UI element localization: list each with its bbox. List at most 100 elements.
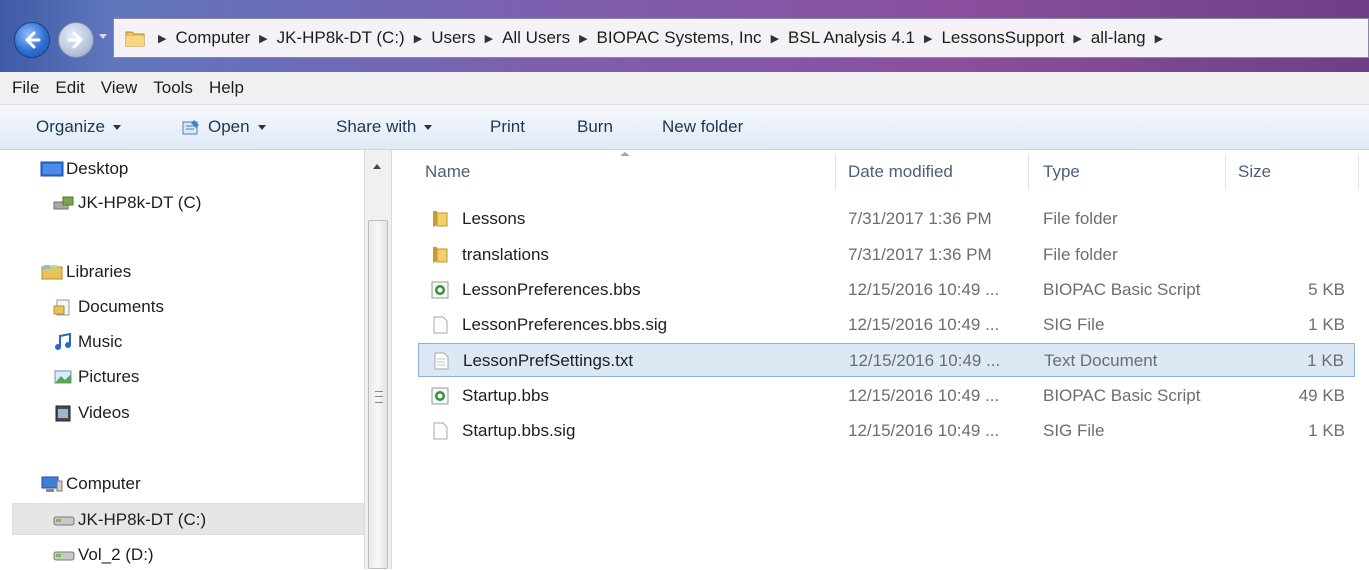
file-row[interactable]: LessonPreferences.bbs.sig 12/15/2016 10:4… xyxy=(418,308,1355,342)
folder-icon xyxy=(125,31,145,47)
file-icon xyxy=(430,421,450,441)
file-icon xyxy=(430,315,450,335)
nav-item-label: Documents xyxy=(78,297,164,316)
open-label: Open xyxy=(208,117,250,136)
breadcrumb-chevron-icon[interactable]: ▶ xyxy=(924,32,932,45)
column-divider[interactable] xyxy=(835,154,836,190)
notepad-icon xyxy=(182,120,199,135)
column-header-name[interactable]: Name xyxy=(425,150,470,194)
share-with-button[interactable]: Share with xyxy=(336,105,433,149)
breadcrumb-item[interactable]: ▶ JK-HP8k-DT (C:) xyxy=(259,28,414,48)
address-bar-area: ▶ Computer ▶ JK-HP8k-DT (C:) ▶ Users ▶ All User… xyxy=(0,0,1369,72)
file-size: 1 KB xyxy=(1308,315,1345,334)
column-divider[interactable] xyxy=(1358,154,1359,190)
nav-scrollbar[interactable] xyxy=(364,150,392,569)
breadcrumb-chevron-icon[interactable]: ▶ xyxy=(158,32,166,45)
column-header-type[interactable]: Type xyxy=(1043,150,1080,194)
nav-item-computer[interactable]: Computer xyxy=(40,469,141,499)
breadcrumb-label: LessonsSupport xyxy=(941,28,1065,47)
column-divider[interactable] xyxy=(1225,154,1226,190)
menu-help[interactable]: Help xyxy=(209,78,244,98)
nav-item-label: Pictures xyxy=(78,367,140,386)
homegroup-computer-icon xyxy=(52,194,74,212)
column-header-date[interactable]: Date modified xyxy=(848,150,953,194)
breadcrumb-item[interactable]: ▶ BIOPAC Systems, Inc xyxy=(579,28,770,48)
documents-icon xyxy=(52,298,72,316)
breadcrumb: ▶ Computer ▶ JK-HP8k-DT (C:) ▶ Users ▶ All User… xyxy=(158,19,1172,57)
address-field[interactable]: ▶ Computer ▶ JK-HP8k-DT (C:) ▶ Users ▶ All User… xyxy=(113,18,1369,58)
nav-item-label: JK-HP8k-DT (C) xyxy=(78,193,202,212)
file-name: Lessons xyxy=(462,209,526,228)
nav-item-pictures[interactable]: Pictures xyxy=(52,362,139,392)
open-button[interactable]: Open xyxy=(180,105,266,149)
computer-icon xyxy=(40,475,63,493)
nav-item-libraries[interactable]: Libraries xyxy=(40,257,131,287)
print-label: Print xyxy=(490,117,525,136)
breadcrumb-chevron-icon[interactable]: ▶ xyxy=(414,32,422,45)
file-name-cell: Lessons xyxy=(430,202,525,236)
new-folder-button[interactable]: New folder xyxy=(662,105,743,149)
breadcrumb-chevron-icon[interactable]: ▶ xyxy=(485,32,493,45)
nav-item-videos[interactable]: Videos xyxy=(52,398,130,428)
column-type-label: Type xyxy=(1043,162,1080,181)
libraries-icon xyxy=(40,263,63,281)
nav-item-jk-hp8k-dt-c[interactable]: JK-HP8k-DT (C) xyxy=(52,188,201,218)
file-name-cell: LessonPreferences.bbs.sig xyxy=(430,308,667,342)
file-row[interactable]: Startup.bbs.sig 12/15/2016 10:49 ... SIG F… xyxy=(418,414,1355,448)
nav-item-label: Vol_2 (D:) xyxy=(78,545,154,564)
menu-tools[interactable]: Tools xyxy=(153,78,193,98)
burn-button[interactable]: Burn xyxy=(577,105,613,149)
organize-button[interactable]: Organize xyxy=(36,105,121,149)
pictures-icon xyxy=(52,368,72,386)
breadcrumb-item[interactable]: ▶ all-lang xyxy=(1073,28,1154,48)
breadcrumb-chevron-icon[interactable]: ▶ xyxy=(1155,32,1163,45)
menu-view[interactable]: View xyxy=(101,78,138,98)
file-name: Startup.bbs.sig xyxy=(462,421,576,440)
breadcrumb-label: All Users xyxy=(502,28,571,47)
file-row[interactable]: translations 7/31/2017 1:36 PM File folder xyxy=(418,238,1355,272)
breadcrumb-item[interactable]: ▶ All Users xyxy=(485,28,579,48)
desktop-icon xyxy=(40,160,64,178)
forward-arrow-icon xyxy=(67,31,83,49)
breadcrumb-item[interactable]: ▶ Computer xyxy=(158,28,259,48)
file-row[interactable]: Lessons 7/31/2017 1:36 PM File folder xyxy=(418,202,1355,236)
breadcrumb-chevron-icon[interactable]: ▶ xyxy=(259,32,267,45)
breadcrumb-item[interactable]: ▶ LessonsSupport xyxy=(924,28,1073,48)
column-header-size[interactable]: Size xyxy=(1238,150,1271,194)
breadcrumb-item[interactable]: ▶ Users xyxy=(414,28,485,48)
file-date-modified: 12/15/2016 10:49 ... xyxy=(848,280,1000,299)
breadcrumb-item[interactable]: ▶ BSL Analysis 4.1 xyxy=(771,28,924,48)
nav-item-desktop[interactable]: Desktop xyxy=(40,154,128,184)
nav-item-vol-2-d[interactable]: Vol_2 (D:) xyxy=(52,540,154,570)
breadcrumb-label: Computer xyxy=(175,28,251,47)
back-button[interactable] xyxy=(14,22,50,58)
file-row[interactable]: LessonPreferences.bbs 12/15/2016 10:49 ..… xyxy=(418,273,1355,307)
scrollbar-thumb[interactable] xyxy=(368,220,388,569)
chevron-down-icon xyxy=(112,124,121,130)
scroll-up-arrow-icon[interactable] xyxy=(373,164,381,169)
file-date-modified: 7/31/2017 1:36 PM xyxy=(848,245,992,264)
forward-button[interactable] xyxy=(58,22,94,58)
breadcrumb-chevron-icon[interactable]: ▶ xyxy=(1073,32,1081,45)
navigation-pane: Desktop JK-HP8k-DT (C) Libraries Documents M… xyxy=(0,150,392,569)
file-date-modified: 12/15/2016 10:49 ... xyxy=(848,421,1000,440)
nav-item-label: Computer xyxy=(66,474,141,493)
file-row[interactable]: Startup.bbs 12/15/2016 10:49 ... BIOPAC Ba… xyxy=(418,379,1355,413)
breadcrumb-chevron-icon[interactable]: ▶ xyxy=(771,32,779,45)
recent-pages-dropdown[interactable] xyxy=(99,34,107,39)
folder-icon xyxy=(430,209,450,229)
column-divider[interactable] xyxy=(1028,154,1029,190)
breadcrumb-label: BIOPAC Systems, Inc xyxy=(596,28,762,47)
nav-item-documents[interactable]: Documents xyxy=(52,292,164,322)
nav-item-jk-hp8k-dt-c[interactable]: JK-HP8k-DT (C:) xyxy=(52,505,206,535)
file-row[interactable]: LessonPrefSettings.txt 12/15/2016 10:49 .… xyxy=(418,343,1355,377)
file-type: File folder xyxy=(1043,245,1118,264)
text-file-icon xyxy=(431,351,451,371)
breadcrumb-chevron-icon[interactable]: ▶ xyxy=(579,32,587,45)
menu-edit[interactable]: Edit xyxy=(55,78,84,98)
menu-file[interactable]: File xyxy=(12,78,39,98)
breadcrumb-label: Users xyxy=(431,28,476,47)
print-button[interactable]: Print xyxy=(490,105,525,149)
nav-item-music[interactable]: Music xyxy=(52,327,122,357)
new-folder-label: New folder xyxy=(662,117,744,136)
